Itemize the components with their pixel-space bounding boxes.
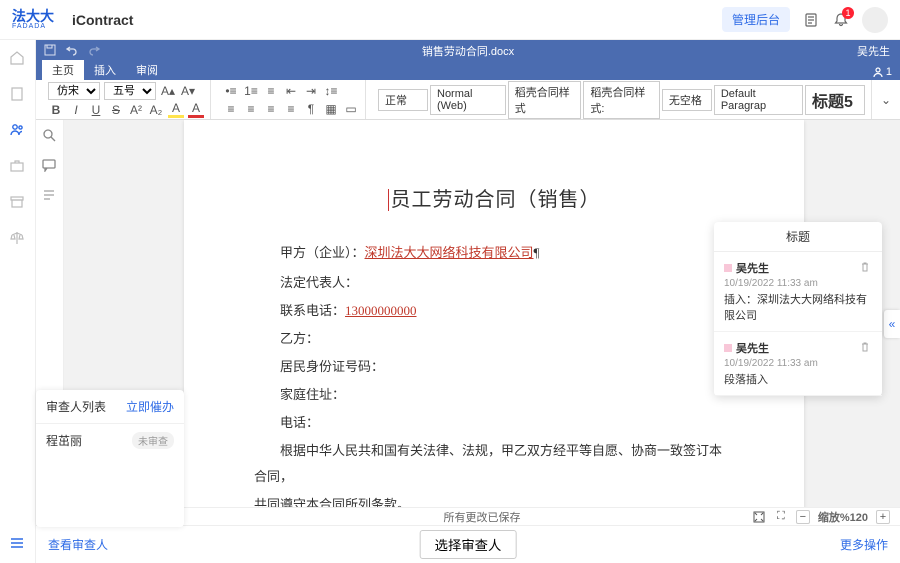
italic-button[interactable]: I (68, 102, 84, 118)
align-right-button[interactable]: ≡ (263, 101, 279, 117)
font-family-select[interactable]: 仿宋 (48, 82, 100, 100)
tab-review[interactable]: 审阅 (126, 60, 168, 80)
font-color-button[interactable]: A (188, 102, 204, 118)
style-no-spacing[interactable]: 无空格 (662, 89, 712, 111)
ribbon: 仿宋 五号 A▴ A▾ B I U S A² A₂ A A •≡ 1≡ ≡ (36, 80, 900, 120)
style-contract-2[interactable]: 稻壳合同样式: (583, 81, 659, 119)
save-status: 所有更改已保存 (444, 509, 521, 525)
style-default-para[interactable]: Default Paragrap (714, 85, 803, 115)
clipboard-icon[interactable] (802, 11, 820, 29)
strike-button[interactable]: S (108, 102, 124, 118)
decrease-font-icon[interactable]: A▾ (180, 83, 196, 99)
people-icon[interactable] (9, 122, 27, 140)
phone-value[interactable]: 13000000000 (345, 303, 417, 318)
tab-home[interactable]: 主页 (42, 60, 84, 80)
bullets-button[interactable]: •≡ (223, 83, 239, 99)
notification-badge: 1 (842, 7, 854, 19)
change-item[interactable]: 吴先生 10/19/2022 11:33 am 段落插入 (714, 332, 882, 396)
party-a-value[interactable]: 深圳法大大网络科技有限公司 (365, 245, 534, 260)
superscript-button[interactable]: A² (128, 102, 144, 118)
party-b-line: 乙方： (254, 326, 734, 352)
briefcase-icon[interactable] (9, 158, 27, 176)
style-heading5[interactable]: 标题5 (805, 85, 865, 115)
tel-line: 电话： (254, 410, 734, 436)
outdent-button[interactable]: ⇤ (283, 83, 299, 99)
legal-rep-line: 法定代表人： (254, 270, 734, 296)
style-normal[interactable]: 正常 (378, 89, 428, 111)
fit-width-icon[interactable]: ⛶ (774, 510, 788, 524)
document-page[interactable]: 员工劳动合同（销售） 甲方（企业）：深圳法大大网络科技有限公司¶ 法定代表人： … (184, 120, 804, 525)
redo-icon[interactable] (88, 44, 102, 58)
party-a-line: 甲方（企业）：深圳法大大网络科技有限公司¶ (254, 240, 734, 266)
collapse-right-panel-icon[interactable]: « (884, 310, 900, 338)
multilevel-button[interactable]: ≡ (263, 83, 279, 99)
archive-icon[interactable] (9, 194, 27, 212)
align-center-button[interactable]: ≡ (243, 101, 259, 117)
subscript-button[interactable]: A₂ (148, 102, 164, 118)
app-name: iContract (72, 12, 133, 28)
brand-logo: 法大大 FADADA (12, 9, 54, 30)
presence-indicator[interactable]: 1 (864, 64, 900, 80)
reviewer-status-tag: 未审查 (132, 432, 174, 449)
justify-button[interactable]: ≡ (283, 101, 299, 117)
doc-title: 员工劳动合同（销售） (254, 180, 734, 220)
body-line-1: 根据中华人民共和国有关法律、法规，甲乙双方经平等自愿、协商一致签订本合同， (254, 438, 734, 490)
highlight-button[interactable]: A (168, 102, 184, 118)
phone-line: 联系电话：13000000000 (254, 298, 734, 324)
scale-icon[interactable] (9, 230, 27, 248)
home-icon[interactable] (9, 50, 27, 68)
fit-page-icon[interactable] (752, 510, 766, 524)
current-user: 吴先生 (857, 43, 900, 59)
numbering-button[interactable]: 1≡ (243, 83, 259, 99)
increase-font-icon[interactable]: A▴ (160, 83, 176, 99)
id-line: 居民身份证号码： (254, 354, 734, 380)
bold-button[interactable]: B (48, 102, 64, 118)
choose-reviewer-button[interactable]: 选择审查人 (420, 530, 517, 559)
avatar[interactable] (862, 7, 888, 33)
reviewer-item[interactable]: 程茁丽 未审查 (36, 424, 184, 457)
zoom-in-button[interactable]: + (876, 510, 890, 524)
paragraph-mark-button[interactable]: ¶ (303, 101, 319, 117)
headings-icon[interactable] (42, 188, 58, 204)
style-normal-web[interactable]: Normal (Web) (430, 85, 506, 115)
bell-icon[interactable]: 1 (832, 11, 850, 29)
style-contract-1[interactable]: 稻壳合同样式 (508, 81, 582, 119)
zoom-out-button[interactable]: − (796, 510, 810, 524)
change-item[interactable]: 吴先生 10/19/2022 11:33 am 插入：深圳法大大网络科技有限公司 (714, 252, 882, 332)
zoom-level: 缩放%120 (818, 509, 868, 525)
reviewer-panel: 审查人列表 立即催办 程茁丽 未审查 (36, 390, 184, 527)
changes-panel: 标题 吴先生 10/19/2022 11:33 am 插入：深圳法大大网络科技有… (714, 222, 882, 396)
ribbon-expand-icon[interactable]: ⌄ (878, 92, 894, 108)
align-left-button[interactable]: ≡ (223, 101, 239, 117)
view-reviewers-link[interactable]: 查看审查人 (48, 536, 108, 553)
delete-change-icon[interactable] (860, 262, 872, 274)
doc-icon[interactable] (9, 86, 27, 104)
underline-button[interactable]: U (88, 102, 104, 118)
save-icon[interactable] (44, 44, 58, 58)
font-size-select[interactable]: 五号 (104, 82, 156, 100)
addr-line: 家庭住址： (254, 382, 734, 408)
comments-icon[interactable] (42, 158, 58, 174)
borders-button[interactable]: ▭ (343, 101, 359, 117)
urge-link[interactable]: 立即催办 (126, 398, 174, 415)
tab-insert[interactable]: 插入 (84, 60, 126, 80)
document-title: 销售劳动合同.docx (422, 43, 514, 59)
indent-button[interactable]: ⇥ (303, 83, 319, 99)
line-spacing-button[interactable]: ↕≡ (323, 83, 339, 99)
delete-change-icon[interactable] (860, 342, 872, 354)
changes-panel-title: 标题 (714, 222, 882, 252)
menu-toggle-icon[interactable] (9, 535, 27, 553)
search-icon[interactable] (42, 128, 58, 144)
undo-icon[interactable] (66, 44, 80, 58)
reviewer-panel-title: 审查人列表 (46, 398, 106, 415)
admin-backend-button[interactable]: 管理后台 (722, 7, 790, 32)
shading-button[interactable]: ▦ (323, 101, 339, 117)
more-actions-link[interactable]: 更多操作 (840, 536, 888, 553)
